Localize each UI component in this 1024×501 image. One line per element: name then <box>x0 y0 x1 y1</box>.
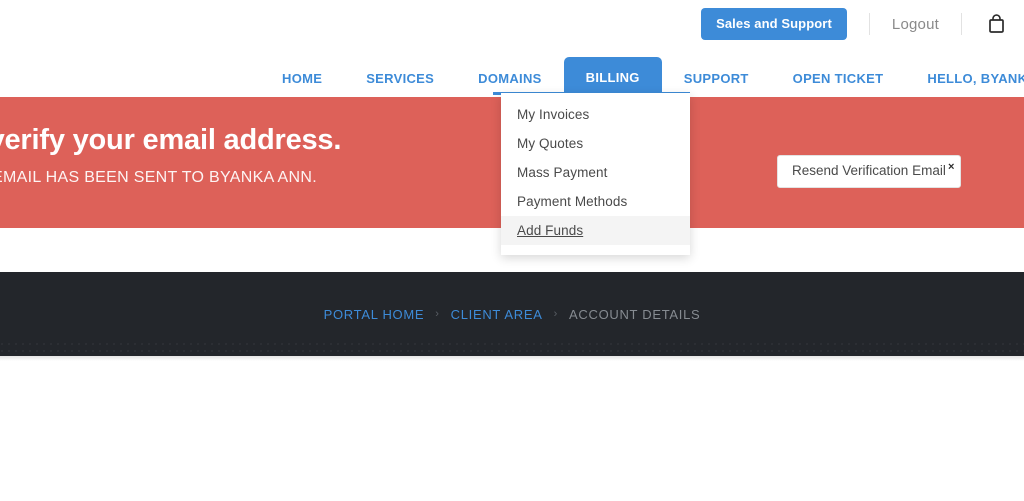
top-utility-group: Sales and Support Logout <box>701 0 1008 48</box>
top-utility-bar: Sales and Support Logout <box>0 0 1024 48</box>
dropdown-item-my-quotes[interactable]: My Quotes <box>501 129 690 158</box>
breadcrumb-client-area[interactable]: CLIENT AREA <box>451 307 543 322</box>
nav-item-hello-user[interactable]: HELLO, BYANKA! <box>905 59 1024 97</box>
billing-dropdown-menu: My Invoices My Quotes Mass Payment Payme… <box>501 93 690 255</box>
nav-item-home[interactable]: HOME <box>260 59 344 97</box>
page-root: Sales and Support Logout HOME SERVICES D… <box>0 0 1024 501</box>
divider <box>868 13 870 35</box>
breadcrumb-separator: › <box>435 308 440 320</box>
dropdown-item-my-invoices[interactable]: My Invoices <box>501 100 690 129</box>
breadcrumb-account-details: ACCOUNT DETAILS <box>569 306 701 322</box>
breadcrumb-separator: › <box>553 308 559 320</box>
resend-verification-email-button[interactable]: Resend Verification Email <box>777 155 961 188</box>
alert-title: Please verify your email address. <box>0 124 342 156</box>
page-content-area <box>0 356 1024 501</box>
divider <box>961 13 962 35</box>
nav-item-open-ticket[interactable]: OPEN TICKET <box>771 59 906 97</box>
dropdown-item-payment-methods[interactable]: Payment Methods <box>501 187 690 216</box>
nav-item-services[interactable]: SERVICES <box>344 59 456 97</box>
sales-and-support-button[interactable]: Sales and Support <box>701 8 847 40</box>
dropdown-item-mass-payment[interactable]: Mass Payment <box>501 158 690 187</box>
nav-item-list: HOME SERVICES DOMAINS BILLING SUPPORT OP… <box>260 48 1024 97</box>
breadcrumb-portal-home[interactable]: PORTAL HOME <box>324 307 425 322</box>
logout-link[interactable]: Logout <box>892 16 939 33</box>
dropdown-item-add-funds[interactable]: Add Funds <box>501 216 690 245</box>
shopping-bag-icon[interactable] <box>984 12 1008 36</box>
main-navigation: HOME SERVICES DOMAINS BILLING SUPPORT OP… <box>0 48 1024 132</box>
content-top-shadow <box>0 356 1024 361</box>
close-icon[interactable]: × <box>948 162 954 173</box>
nav-item-billing[interactable]: BILLING <box>563 57 662 97</box>
breadcrumb-band: PORTAL HOME › CLIENT AREA › ACCOUNT DETA… <box>0 272 1024 356</box>
alert-subtitle: A VERIFICATION EMAIL HAS BEEN SENT TO BY… <box>0 169 317 186</box>
breadcrumb: PORTAL HOME › CLIENT AREA › ACCOUNT DETA… <box>324 307 701 322</box>
